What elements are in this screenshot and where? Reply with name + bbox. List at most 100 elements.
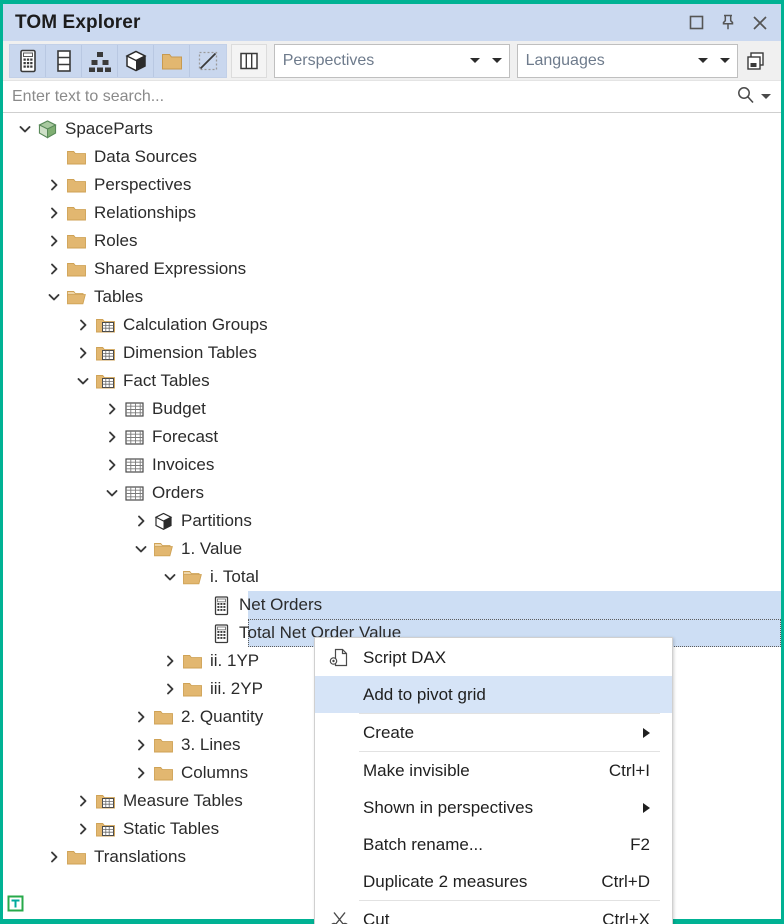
chevron-right-icon[interactable]: [131, 703, 151, 731]
tree-item-label: Forecast: [152, 427, 219, 446]
menu-icon-slot: [315, 752, 363, 789]
model-icon: [37, 119, 57, 138]
tree-item-icon: [151, 759, 175, 787]
chevron-right-icon[interactable]: [73, 787, 93, 815]
chevron-right-icon[interactable]: [160, 647, 180, 675]
chevron-right-icon[interactable]: [102, 423, 122, 451]
context-menu[interactable]: Script DAX Add to pivot grid Create Make in…: [314, 637, 673, 924]
menu-item-shown-in-perspectives[interactable]: Shown in perspectives: [315, 789, 672, 826]
chevron-down-icon[interactable]: [491, 58, 502, 63]
hierarchies-button[interactable]: [82, 44, 118, 77]
close-button[interactable]: [745, 8, 775, 38]
chevron-right-icon[interactable]: [73, 815, 93, 843]
menu-item-batch-rename[interactable]: Batch rename... F2: [315, 826, 672, 863]
search-icon[interactable]: [736, 85, 755, 109]
menu-item-script-dax[interactable]: Script DAX: [315, 639, 672, 676]
chevron-right-icon[interactable]: [73, 311, 93, 339]
tree-item-roles[interactable]: Roles: [3, 227, 781, 255]
chevron-right-icon[interactable]: [44, 843, 64, 871]
chevron-right-icon[interactable]: [131, 731, 151, 759]
tree-item-icon: [151, 535, 175, 563]
chevron-down-icon[interactable]: [131, 535, 151, 563]
tree-item-label: Dimension Tables: [123, 343, 257, 362]
folders-button[interactable]: [154, 44, 190, 77]
table-icon: [124, 457, 144, 473]
measures-button[interactable]: [10, 44, 46, 77]
toolbar: Perspectives Languages: [3, 41, 781, 81]
tree-item-budget[interactable]: Budget: [3, 395, 781, 423]
chevron-right-icon[interactable]: [131, 759, 151, 787]
menu-item-shortcut: Ctrl+X: [602, 909, 650, 924]
menu-item-duplicate-2-measures[interactable]: Duplicate 2 measures Ctrl+D: [315, 863, 672, 900]
chevron-down-icon[interactable]: [160, 563, 180, 591]
tree-item-icon: [122, 479, 146, 507]
restore-button[interactable]: [681, 8, 711, 38]
chevron-down-icon[interactable]: [102, 479, 122, 507]
pin-button[interactable]: [713, 8, 743, 38]
tree-item-partitions[interactable]: Partitions: [3, 507, 781, 535]
chevron-right-icon[interactable]: [160, 675, 180, 703]
columns-button[interactable]: [46, 44, 82, 77]
tree-item-label: 3. Lines: [181, 735, 241, 754]
cube-icon: [124, 50, 147, 71]
chevron-right-icon[interactable]: [131, 507, 151, 535]
table-icon: [124, 429, 144, 445]
chevron-right-icon[interactable]: [44, 255, 64, 283]
tree-item-perspectives[interactable]: Perspectives: [3, 171, 781, 199]
chevron-down-icon[interactable]: [761, 94, 771, 99]
chevron-down-icon[interactable]: [15, 115, 35, 143]
tree-item-shared-expressions[interactable]: Shared Expressions: [3, 255, 781, 283]
menu-item-label: Create: [363, 722, 415, 742]
chevron-right-icon[interactable]: [102, 395, 122, 423]
search-controls: [736, 85, 775, 109]
tree-item-1-value[interactable]: 1. Value: [3, 535, 781, 563]
selection-highlight: [248, 591, 781, 619]
table-folder-icon: [95, 374, 115, 388]
chevron-down-icon[interactable]: [44, 283, 64, 311]
tree-item-relationships[interactable]: Relationships: [3, 199, 781, 227]
chevron-down-icon[interactable]: [720, 58, 730, 63]
tree-item-net-orders[interactable]: Net Orders: [3, 591, 781, 619]
chevron-right-icon[interactable]: [102, 451, 122, 479]
table-folder-icon: [95, 822, 115, 836]
perspectives-dropdown[interactable]: Perspectives: [273, 43, 510, 78]
tree-item-calculation-groups[interactable]: Calculation Groups: [3, 311, 781, 339]
search-input[interactable]: [12, 87, 736, 106]
tree-item-label: i. Total: [210, 567, 259, 586]
chevron-right-icon[interactable]: [73, 339, 93, 367]
tree-item-spaceparts[interactable]: SpaceParts: [3, 115, 781, 143]
hidden-objects-button[interactable]: [190, 45, 226, 77]
menu-item-cut[interactable]: Cut Ctrl+X: [315, 901, 672, 924]
tree-item-icon: [64, 199, 88, 227]
menu-item-add-to-pivot-grid[interactable]: Add to pivot grid: [315, 676, 672, 713]
tree-item-tables[interactable]: Tables: [3, 283, 781, 311]
chevron-down-icon[interactable]: [73, 367, 93, 395]
tree-item-orders[interactable]: Orders: [3, 479, 781, 507]
partitions-button[interactable]: [118, 44, 154, 77]
menu-item-label: Make invisible: [363, 760, 470, 780]
chevron-right-icon[interactable]: [44, 171, 64, 199]
tree-item-dimension-tables[interactable]: Dimension Tables: [3, 339, 781, 367]
menu-item-make-invisible[interactable]: Make invisible Ctrl+I: [315, 752, 672, 789]
expand-all-button[interactable]: [738, 45, 774, 77]
chevron-down-icon[interactable]: [698, 58, 708, 63]
tree-item-invoices[interactable]: Invoices: [3, 451, 781, 479]
chevron-right-icon[interactable]: [44, 199, 64, 227]
tree-item-data-sources[interactable]: Data Sources: [3, 143, 781, 171]
menu-icon-slot: [315, 789, 363, 826]
tree-item-i-total[interactable]: i. Total: [3, 563, 781, 591]
menu-item-create[interactable]: Create: [315, 714, 672, 751]
tree-item-fact-tables[interactable]: Fact Tables: [3, 367, 781, 395]
chevron-right-icon[interactable]: [44, 227, 64, 255]
tree-item-forecast[interactable]: Forecast: [3, 423, 781, 451]
languages-dropdown[interactable]: Languages: [516, 43, 738, 78]
menu-icon-slot: [315, 714, 363, 751]
submenu-arrow-icon: [643, 727, 672, 738]
table-folder-icon: [95, 318, 115, 332]
chevron-down-icon[interactable]: [469, 58, 480, 63]
columns-view-button[interactable]: [231, 43, 267, 78]
